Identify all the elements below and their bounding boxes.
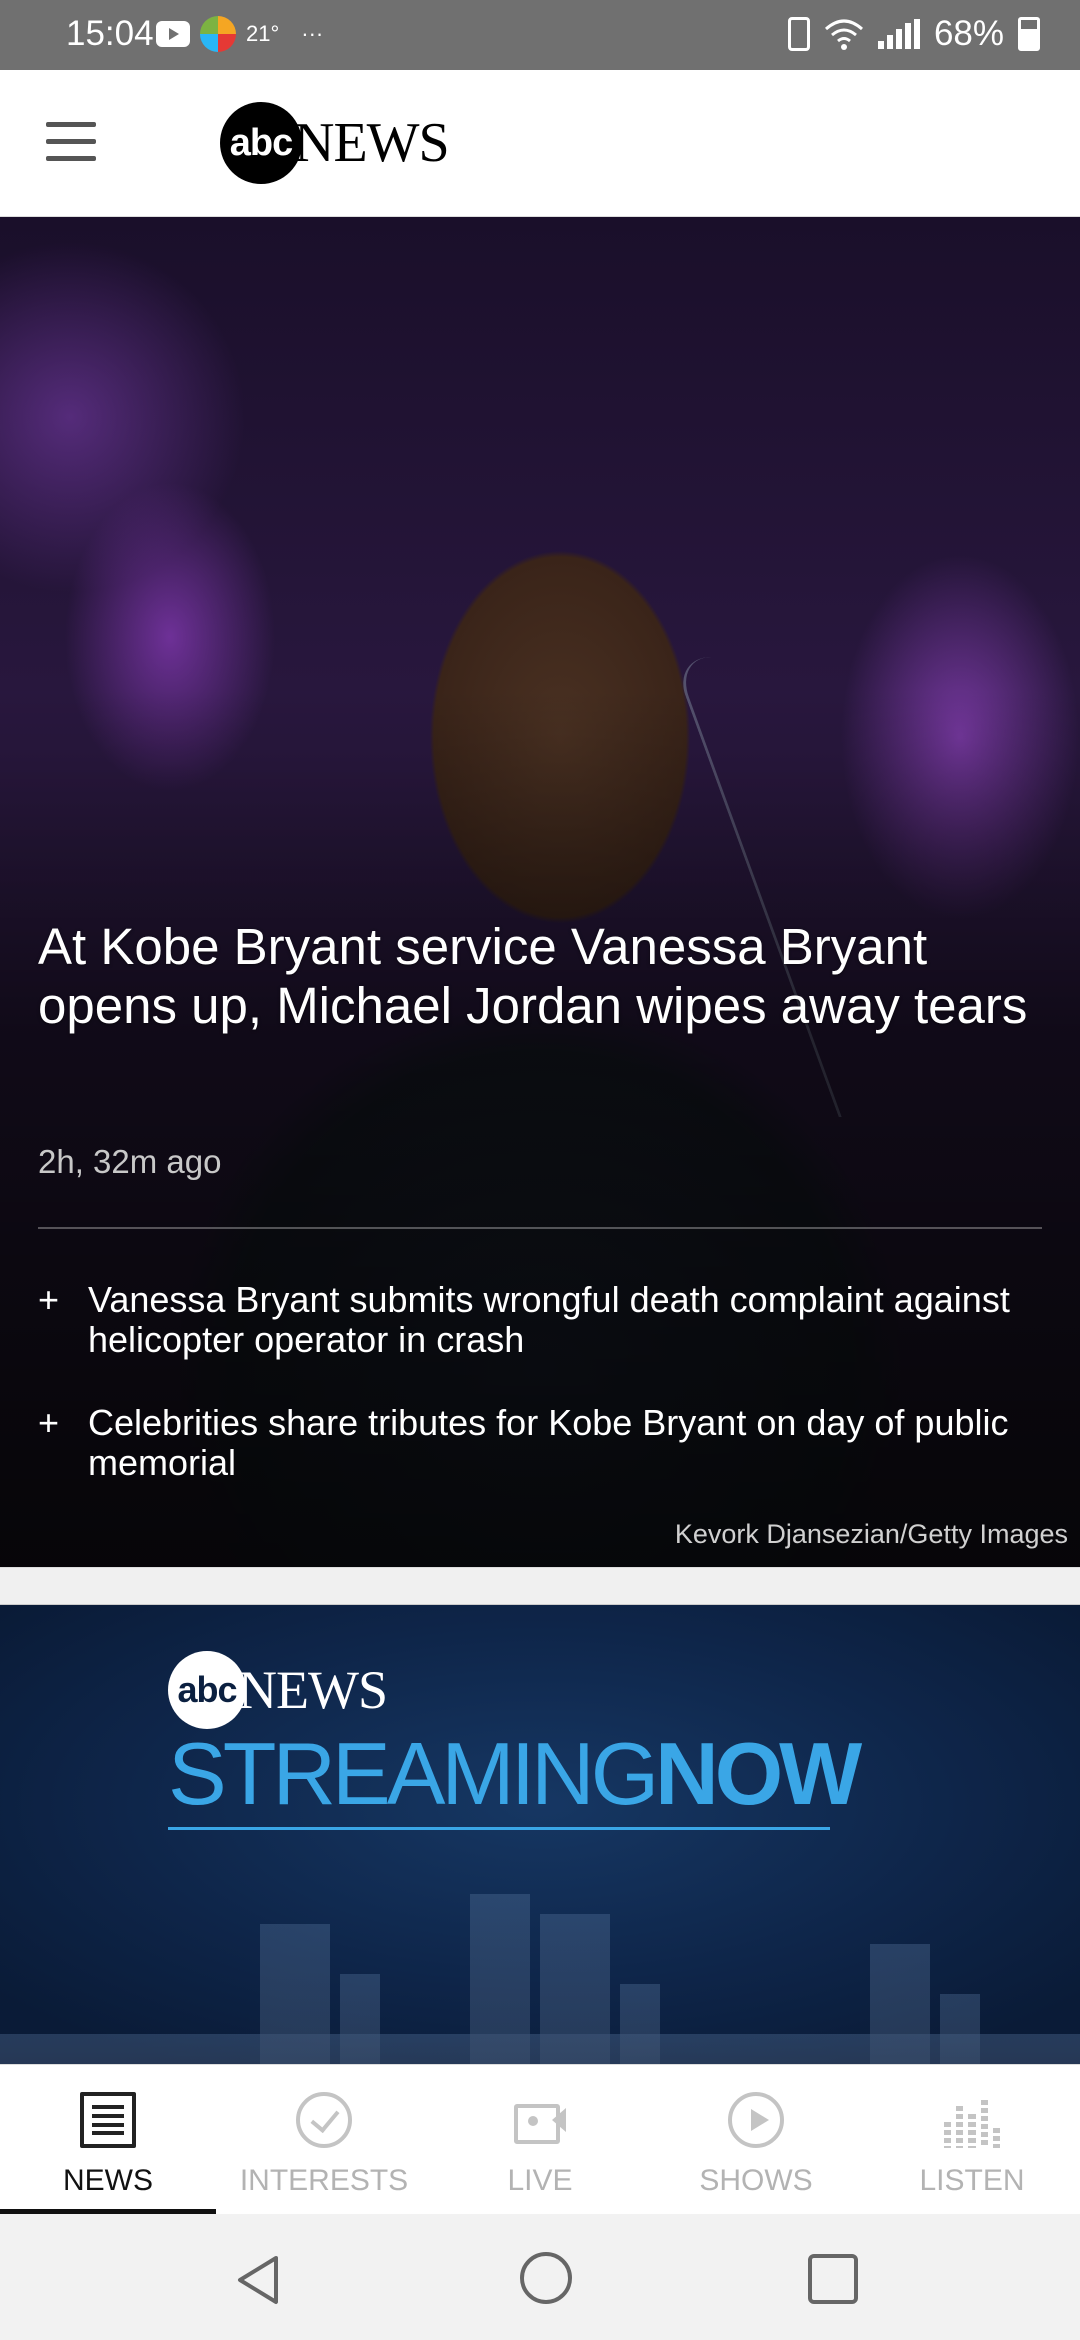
video-camera-icon <box>512 2092 568 2148</box>
tab-shows[interactable]: SHOWS <box>648 2065 864 2215</box>
vibrate-icon <box>787 17 810 51</box>
notification-icons: 21° ··· <box>156 16 323 52</box>
hero-story-card[interactable]: At Kobe Bryant service Vanessa Bryant op… <box>0 217 1080 1567</box>
tab-live[interactable]: LIVE <box>432 2065 648 2215</box>
streaming-now-wordmark: STREAMINGNOW <box>168 1730 862 1818</box>
equalizer-icon <box>944 2092 1001 2148</box>
news-icon <box>80 2092 136 2148</box>
abc-news-logo: abc NEWS <box>168 1651 388 1729</box>
tab-label: LIVE <box>507 2164 573 2197</box>
menu-icon[interactable] <box>46 122 96 162</box>
tab-label: SHOWS <box>699 2164 813 2197</box>
news-wordmark: NEWS <box>294 112 450 174</box>
photo-credit: Kevork Djansezian/Getty Images <box>674 1519 1068 1549</box>
city-skyline-graphic <box>0 1894 1080 2064</box>
tab-listen[interactable]: LISTEN <box>864 2065 1080 2215</box>
abc-news-logo: abc NEWS <box>220 102 450 184</box>
tab-interests[interactable]: INTERESTS <box>216 2065 432 2215</box>
system-icons: 68% <box>787 14 1040 54</box>
weather-icon <box>200 16 236 52</box>
bottom-navigation: NEWS INTERESTS LIVE SHOWS LISTEN <box>0 2064 1080 2215</box>
home-icon[interactable] <box>520 2252 572 2304</box>
battery-icon <box>1018 17 1040 51</box>
status-bar: 15:04 21° ··· 68% <box>0 0 1080 70</box>
temperature-text: 21° <box>246 21 280 46</box>
play-circle-icon <box>728 2092 784 2148</box>
divider <box>38 1227 1042 1229</box>
more-notifications-icon: ··· <box>301 21 324 46</box>
signal-icon <box>877 19 920 49</box>
abc-logo-circle: abc <box>168 1651 246 1729</box>
card-separator <box>0 1567 1080 1605</box>
news-wordmark: NEWS <box>238 1660 388 1720</box>
plus-icon: + <box>38 1279 60 1320</box>
recent-apps-icon[interactable] <box>808 2254 858 2304</box>
hero-timestamp: 2h, 32m ago <box>38 1143 222 1180</box>
hero-headline[interactable]: At Kobe Bryant service Vanessa Bryant op… <box>38 917 1048 1035</box>
battery-percent: 68% <box>933 14 1004 53</box>
tab-label: LISTEN <box>919 2164 1025 2197</box>
related-story-link[interactable]: + Vanessa Bryant submits wrongful death … <box>38 1280 1038 1360</box>
status-time: 15:04 <box>66 14 154 53</box>
hero-image-gradient <box>0 217 1080 1567</box>
back-icon[interactable] <box>234 2254 284 2306</box>
abc-logo-circle: abc <box>220 102 302 184</box>
now-word: NOW <box>655 1724 862 1823</box>
youtube-icon <box>156 21 190 47</box>
tab-news[interactable]: NEWS <box>0 2065 216 2215</box>
wordmark-underline <box>168 1827 830 1830</box>
related-story-text: Celebrities share tributes for Kobe Brya… <box>88 1402 1009 1483</box>
app-bar: abc NEWS <box>0 70 1080 217</box>
tab-label: INTERESTS <box>239 2164 409 2197</box>
plus-icon: + <box>38 1402 60 1443</box>
streaming-now-card[interactable]: abc NEWS STREAMINGNOW <box>0 1605 1080 2064</box>
check-circle-icon <box>296 2092 352 2148</box>
related-story-link[interactable]: + Celebrities share tributes for Kobe Br… <box>38 1403 1038 1483</box>
system-navigation-bar <box>0 2214 1080 2340</box>
related-story-text: Vanessa Bryant submits wrongful death co… <box>88 1279 1010 1360</box>
tab-label: NEWS <box>63 2164 153 2197</box>
wifi-icon <box>824 19 863 50</box>
streaming-word: STREAMING <box>168 1724 659 1823</box>
